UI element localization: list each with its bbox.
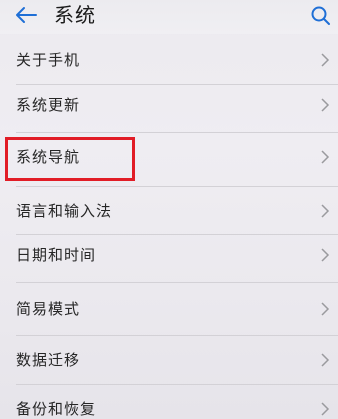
menu-item-label: 数据迁移 xyxy=(16,351,81,369)
title-bar: 系统 xyxy=(0,0,338,34)
menu-item-system-update[interactable]: 系统更新 xyxy=(0,85,338,132)
page-title: 系统 xyxy=(54,3,96,27)
search-icon[interactable] xyxy=(310,5,332,27)
chevron-right-icon xyxy=(320,53,330,67)
chevron-right-icon xyxy=(320,402,330,416)
menu-item-label: 备份和恢复 xyxy=(16,400,97,418)
chevron-right-icon xyxy=(320,248,330,262)
menu-item-about-phone[interactable]: 关于手机 xyxy=(0,36,338,84)
chevron-right-icon xyxy=(320,98,330,112)
menu-item-backup-restore[interactable]: 备份和恢复 xyxy=(0,385,338,419)
back-arrow-icon[interactable] xyxy=(14,5,38,25)
menu-item-simple-mode[interactable]: 简易模式 xyxy=(0,283,338,333)
chevron-right-icon xyxy=(320,353,330,367)
menu-item-language-input[interactable]: 语言和输入法 xyxy=(0,187,338,234)
menu-item-label: 日期和时间 xyxy=(16,246,97,264)
menu-item-data-migration[interactable]: 数据迁移 xyxy=(0,336,338,384)
menu-item-label: 语言和输入法 xyxy=(16,202,113,220)
menu-item-system-navigation[interactable]: 系统导航 xyxy=(0,133,338,183)
menu-item-date-time[interactable]: 日期和时间 xyxy=(0,235,338,282)
menu-item-label: 关于手机 xyxy=(16,51,81,69)
chevron-right-icon xyxy=(320,302,330,316)
menu-item-label: 简易模式 xyxy=(16,300,81,318)
chevron-right-icon xyxy=(320,204,330,218)
menu-item-label: 系统更新 xyxy=(16,96,81,114)
chevron-right-icon xyxy=(320,150,330,164)
menu-item-label: 系统导航 xyxy=(16,148,81,166)
